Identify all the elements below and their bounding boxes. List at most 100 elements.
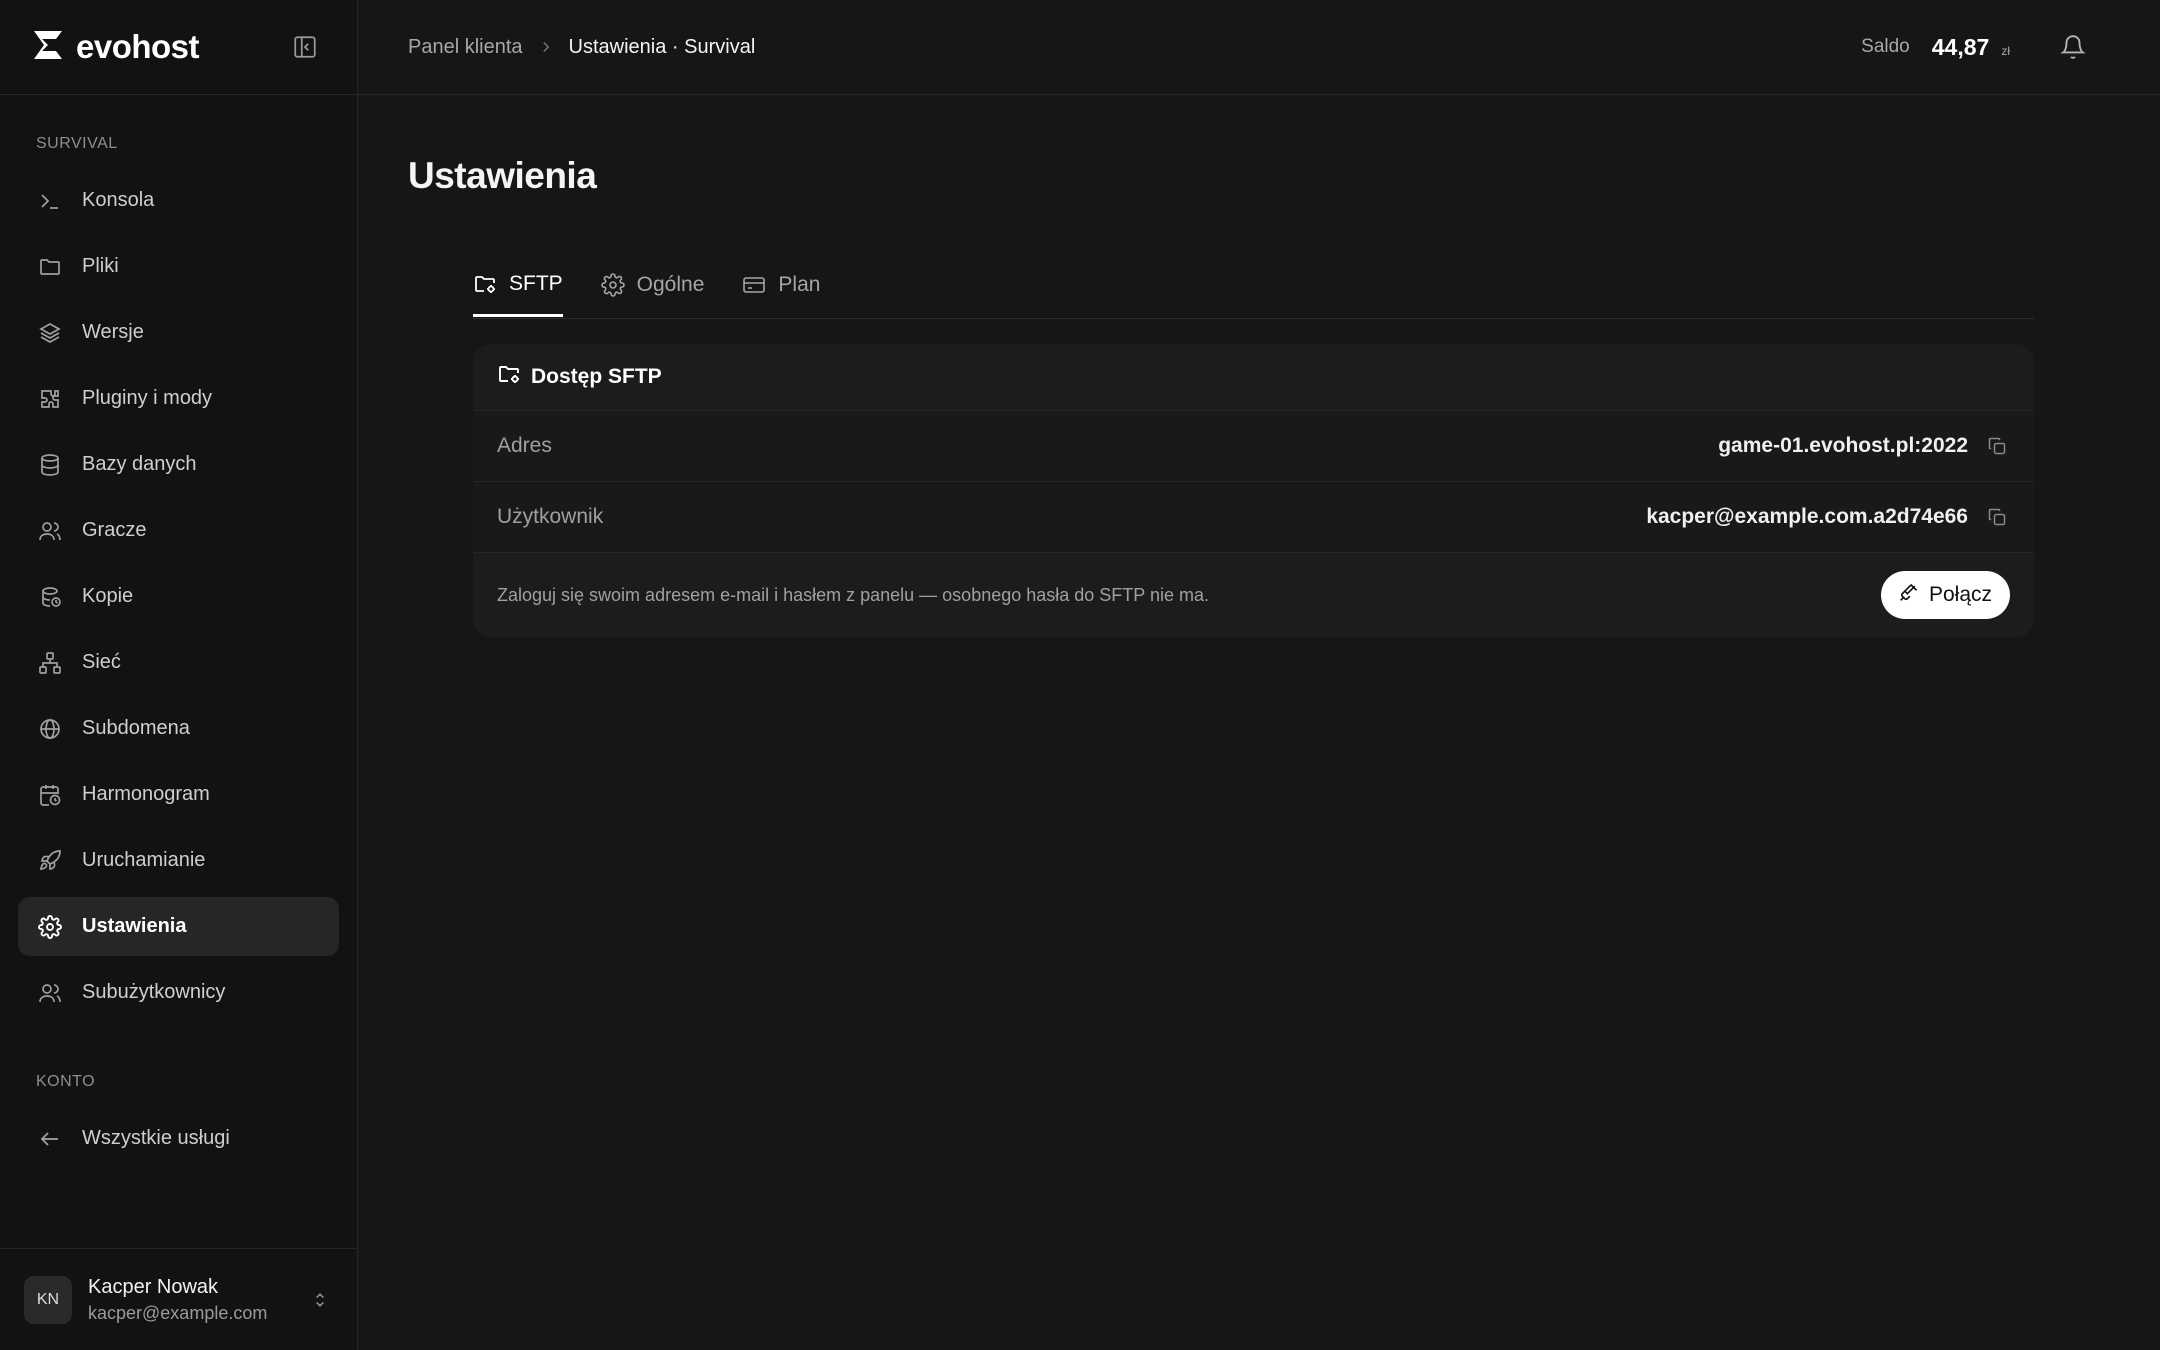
arrow-left-icon — [36, 1125, 64, 1153]
breadcrumb: Panel klienta Ustawienia · Survival — [408, 36, 755, 59]
sidebar-section-server: SURVIVAL — [36, 135, 118, 152]
main-area: Panel klienta Ustawienia · Survival Sald… — [358, 0, 2160, 1350]
sidebar-item-kopie[interactable]: Kopie — [18, 567, 339, 626]
sidebar-item-pluginy[interactable]: Pluginy i mody — [18, 369, 339, 428]
sidebar-item-konsola[interactable]: Konsola — [18, 171, 339, 230]
sidebar-item-label: Uruchamianie — [82, 849, 206, 871]
credit-card-icon — [742, 273, 766, 297]
calendar-clock-icon — [36, 781, 64, 809]
sidebar-item-uruchamianie[interactable]: Uruchamianie — [18, 831, 339, 890]
sidebar-section-account: KONTO — [36, 1073, 96, 1090]
sidebar-item-label: Bazy danych — [82, 453, 197, 475]
sidebar-item-harmonogram[interactable]: Harmonogram — [18, 765, 339, 824]
user-meta: Kacper Nowak kacper@example.com — [88, 1276, 291, 1324]
topbar-right: Saldo 44,87 zł — [1861, 30, 2090, 64]
sidebar-item-label: Harmonogram — [82, 783, 210, 805]
sftp-user-value-group: kacper@example.com.a2d74e66 — [1646, 504, 2010, 530]
chevron-right-icon — [537, 38, 555, 56]
avatar: KN — [24, 1275, 72, 1324]
sftp-card-header: Dostęp SFTP — [473, 344, 2034, 411]
connect-button[interactable]: Połącz — [1880, 571, 2010, 619]
folder-icon — [36, 253, 64, 281]
sidebar-item-wersje[interactable]: Wersje — [18, 303, 339, 362]
sftp-note: Zaloguj się swoim adresem e-mail i hasłe… — [497, 584, 1210, 605]
sidebar-item-label: Subdomena — [82, 717, 190, 739]
sidebar-item-label: Pliki — [82, 255, 119, 277]
copy-icon[interactable] — [1984, 504, 2010, 530]
sidebar-item-gracze[interactable]: Gracze — [18, 501, 339, 560]
network-icon — [36, 649, 64, 677]
sidebar: evohost SURVIVAL Konsola Pliki Wersje Pl… — [0, 0, 358, 1350]
page-title: Ustawienia — [408, 155, 597, 196]
sidebar-header: evohost — [0, 0, 357, 95]
users-icon — [36, 979, 64, 1007]
sidebar-item-ustawienia[interactable]: Ustawienia — [18, 897, 339, 956]
sftp-card: Dostęp SFTP Adres game-01.evohost.pl:202… — [473, 344, 2034, 637]
sftp-user-label: Użytkownik — [497, 505, 604, 528]
sidebar-item-siec[interactable]: Sieć — [18, 633, 339, 692]
sidebar-item-label: Wszystkie usługi — [82, 1127, 230, 1149]
tab-plan[interactable]: Plan — [742, 257, 820, 317]
sftp-card-title: Dostęp SFTP — [531, 365, 662, 388]
sidebar-item-subuzytkownicy[interactable]: Subużytkownicy — [18, 963, 339, 1022]
balance-currency: zł — [2001, 44, 2010, 58]
plug-icon — [1899, 582, 1919, 608]
rocket-icon — [36, 847, 64, 875]
sidebar-item-bazy-danych[interactable]: Bazy danych — [18, 435, 339, 494]
database-icon — [36, 451, 64, 479]
sidebar-item-label: Gracze — [82, 519, 147, 541]
notifications-bell-icon[interactable] — [2056, 30, 2090, 64]
users-icon — [36, 517, 64, 545]
tab-label: Ogólne — [636, 273, 705, 296]
user-menu[interactable]: KN Kacper Nowak kacper@example.com — [0, 1248, 357, 1350]
sidebar-item-wszystkie-uslugi[interactable]: Wszystkie usługi — [18, 1109, 339, 1168]
tab-sftp[interactable]: SFTP — [473, 257, 563, 317]
terminal-icon — [36, 187, 64, 215]
app: evohost SURVIVAL Konsola Pliki Wersje Pl… — [0, 0, 2160, 1350]
sftp-user-row: Użytkownik kacper@example.com.a2d74e66 — [473, 482, 2034, 553]
sidebar-collapse-button[interactable] — [287, 29, 323, 65]
balance-label: Saldo — [1861, 36, 1910, 57]
globe-icon — [36, 715, 64, 743]
sftp-address-label: Adres — [497, 434, 552, 457]
sidebar-item-label: Wersje — [82, 321, 144, 343]
user-email: kacper@example.com — [88, 1302, 268, 1323]
layers-icon — [36, 319, 64, 347]
sidebar-item-pliki[interactable]: Pliki — [18, 237, 339, 296]
content: Ustawienia SFTP Ogólne Plan Dostęp SFTP … — [358, 95, 2160, 637]
brand-logo[interactable]: evohost — [30, 27, 200, 68]
sftp-user-value: kacper@example.com.a2d74e66 — [1646, 505, 1968, 528]
connect-button-label: Połącz — [1928, 583, 1992, 606]
folder-settings-icon — [473, 272, 497, 296]
settings-tabs: SFTP Ogólne Plan — [473, 257, 2034, 319]
evohost-logo-icon — [30, 27, 66, 68]
tab-label: Plan — [778, 273, 821, 296]
sidebar-item-subdomena[interactable]: Subdomena — [18, 699, 339, 758]
puzzle-icon — [36, 385, 64, 413]
sftp-address-value: game-01.evohost.pl:2022 — [1718, 434, 1968, 457]
sidebar-item-label: Ustawienia — [82, 915, 187, 937]
sidebar-item-label: Konsola — [82, 189, 155, 211]
breadcrumb-root-link[interactable]: Panel klienta — [408, 36, 523, 59]
sftp-address-value-group: game-01.evohost.pl:2022 — [1718, 433, 2010, 459]
sidebar-item-label: Pluginy i mody — [82, 387, 213, 409]
settings-panel: SFTP Ogólne Plan Dostęp SFTP Adres game-… — [473, 257, 2034, 637]
brand-name: evohost — [76, 28, 200, 65]
sftp-card-footer: Zaloguj się swoim adresem e-mail i hasłe… — [473, 553, 2034, 637]
tab-label: SFTP — [509, 271, 563, 295]
copy-icon[interactable] — [1984, 433, 2010, 459]
balance-value: 44,87 — [1931, 33, 1990, 60]
tab-ogolne[interactable]: Ogólne — [600, 257, 705, 317]
breadcrumb-current: Ustawienia · Survival — [568, 35, 756, 58]
sidebar-item-label: Kopie — [82, 585, 134, 607]
sidebar-item-label: Sieć — [82, 651, 121, 673]
folder-settings-icon — [497, 362, 521, 392]
backup-icon — [36, 583, 64, 611]
user-name: Kacper Nowak — [88, 1275, 219, 1298]
sidebar-item-label: Subużytkownicy — [82, 981, 226, 1003]
gear-icon — [36, 913, 64, 941]
sftp-address-row: Adres game-01.evohost.pl:2022 — [473, 411, 2034, 482]
sidebar-nav: SURVIVAL Konsola Pliki Wersje Pluginy i … — [0, 95, 357, 1248]
gear-icon — [600, 273, 625, 297]
top-bar: Panel klienta Ustawienia · Survival Sald… — [358, 0, 2160, 95]
